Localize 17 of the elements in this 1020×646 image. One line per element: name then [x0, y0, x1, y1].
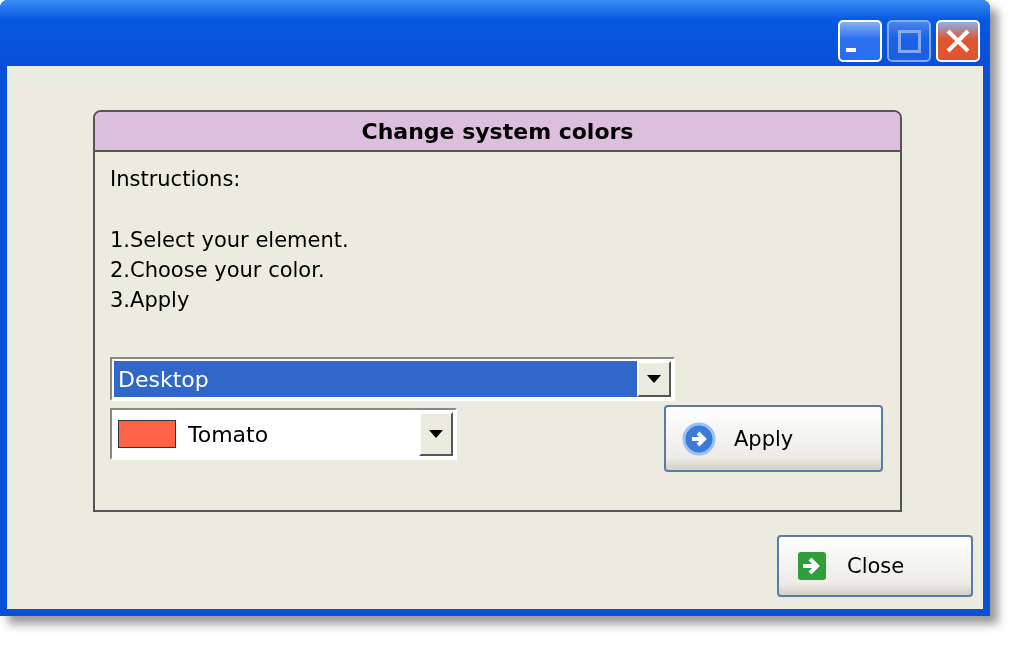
dropdown-arrow-icon	[647, 375, 661, 383]
minimize-button[interactable]	[838, 20, 882, 62]
minimize-icon	[846, 48, 856, 52]
element-dropdown[interactable]: Desktop	[110, 357, 675, 401]
arrow-circle-icon	[682, 421, 716, 456]
apply-button[interactable]: Apply	[664, 405, 883, 472]
instruction-step: 1.Select your element.	[110, 225, 885, 255]
color-dropdown[interactable]: Tomato	[110, 408, 457, 460]
panel-title: Change system colors	[95, 112, 900, 152]
maximize-icon	[897, 29, 921, 53]
instruction-step: 2.Choose your color.	[110, 255, 885, 285]
dropdown-arrow-icon	[429, 430, 443, 438]
instructions-heading: Instructions:	[110, 166, 242, 193]
instruction-step: 3.Apply	[110, 285, 885, 315]
close-button[interactable]: Close	[777, 535, 973, 597]
close-button[interactable]	[936, 20, 980, 62]
close-icon	[946, 29, 970, 53]
